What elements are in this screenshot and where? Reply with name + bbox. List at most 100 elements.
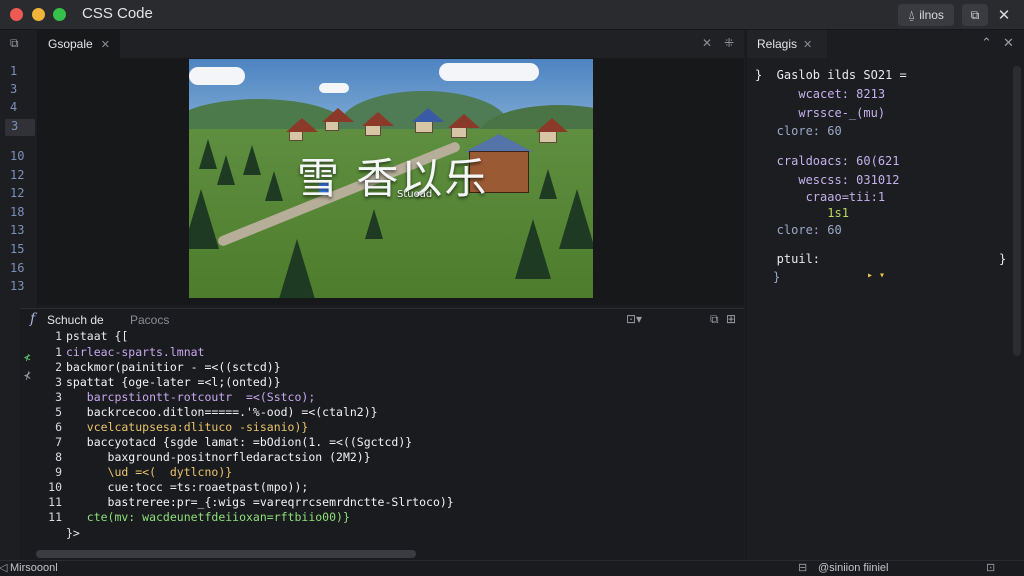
status-bar: ◁ Mirsooonl ⊟ @siniion fiiniel ⊡ [0, 560, 1024, 576]
preview-image: 雪 香以乐 Stuoad [189, 59, 593, 298]
code-line[interactable]: 1 cirleac-sparts.lmnat [20, 345, 204, 361]
rule-line[interactable]: clore: 60 [755, 124, 842, 138]
tree [199, 139, 217, 169]
rule-line[interactable]: wescss: 031012 [755, 173, 899, 187]
color-swatch-icon: ▸ ▾ [867, 270, 886, 281]
code-line[interactable]: 2 backmor(painitior - =<((sctcd)} [20, 360, 281, 376]
rule-line[interactable]: craao=tii:1 [755, 190, 885, 204]
panel-icon[interactable]: ⊟ [798, 561, 807, 574]
code-panel-header: f Schuch de Pacocs ⊡▾ ⧉ ⊞ [20, 309, 744, 331]
right-panel: Relagis ✕ ⌃ ✕ } Gaslob ilds SO21 = wcace… [746, 30, 1024, 560]
minimize-window-button[interactable] [32, 8, 45, 21]
close-tab-icon[interactable]: ✕ [101, 38, 110, 51]
close-icon[interactable]: ✕ [1003, 36, 1014, 51]
code-line[interactable]: 10 cue:tocc =ts:roaetpast(mpo)); [20, 480, 308, 496]
split-editor-icon[interactable]: ⁜ [724, 36, 734, 50]
cloud [319, 83, 349, 93]
close-window-button[interactable] [10, 8, 23, 21]
rule-line[interactable]: wrssce-_(mu) [755, 106, 885, 120]
code-line[interactable]: 11 cte(mv: wacdeunetfdeiioxan=rftbiio00)… [20, 510, 350, 526]
line-number: 15 [10, 242, 25, 256]
title-bar: CSS Code ⍙ ilnos ⧉ ✕ [0, 0, 1024, 30]
status-left-text[interactable]: Mirsooonl [10, 562, 58, 574]
right-panel-tab-label: Relagis [757, 37, 798, 51]
code-line[interactable]: 3 barcpstiontt-rotcoutr =<(Sstco); [20, 390, 315, 406]
window-title: CSS Code [82, 5, 153, 22]
person-icon: ⍙ [908, 7, 916, 22]
right-panel-content: } Gaslob ilds SO21 = wcacet: 8213 wrssce… [747, 66, 1013, 288]
code-line[interactable]: 9 \ud =<( dytlcno)} [20, 465, 232, 481]
copy-icon[interactable]: ⧉ [710, 312, 719, 327]
tree [217, 155, 235, 185]
code-line[interactable]: 3 spattat {oge-later =<l;(onted)} [20, 375, 281, 391]
house [286, 118, 318, 141]
close-icon: ✕ [997, 7, 1011, 24]
line-number: 1 [10, 64, 18, 78]
code-panel: f Schuch de Pacocs ⊡▾ ⧉ ⊞ ≮ ⊀ 1 pstaat {[… [20, 308, 744, 560]
format-icon[interactable]: ⊡▾ [626, 312, 642, 326]
function-icon: f [30, 311, 36, 327]
rule-line[interactable]: craldoacs: 60(621 [755, 154, 900, 168]
tree [279, 239, 315, 298]
house [536, 118, 568, 143]
right-panel-tab[interactable]: Relagis ✕ [747, 30, 827, 58]
rule-line[interactable]: 1s1 [755, 206, 849, 220]
line-number: 12 [10, 186, 25, 200]
code-tab-active[interactable]: Schuch de [47, 313, 104, 327]
tree [365, 209, 383, 239]
share-button[interactable]: ⍙ ilnos [898, 4, 954, 26]
tree [515, 219, 551, 279]
files-icon[interactable]: ⧉ [10, 36, 19, 51]
code-tab-inactive[interactable]: Pacocs [130, 313, 169, 327]
line-number: 12 [10, 168, 25, 182]
branch-icon[interactable]: ◁ [0, 561, 7, 574]
tree [243, 145, 261, 175]
cloud [439, 63, 539, 81]
close-panel-button[interactable]: ✕ [991, 4, 1017, 26]
tree [559, 189, 593, 249]
line-number: 13 [10, 279, 25, 293]
tree [189, 189, 219, 249]
rule-line-closing[interactable]: } [999, 252, 1006, 266]
preview-overlay-subtitle: Stuoad [397, 189, 433, 200]
zoom-window-button[interactable] [53, 8, 66, 21]
code-line[interactable]: 5 backrcecoo.ditlon=====.'%-ood) =<(ctal… [20, 405, 378, 421]
status-right-text[interactable]: @siniion fiiniel [818, 562, 888, 574]
house [362, 112, 394, 136]
close-tab-icon[interactable]: ✕ [803, 38, 812, 51]
tree [539, 169, 557, 199]
tree [265, 171, 283, 201]
house [322, 108, 354, 131]
code-line[interactable]: }> [20, 526, 80, 542]
editor-tab-label: Gsopale [48, 37, 93, 51]
code-line[interactable]: 1 pstaat {[ [20, 329, 128, 345]
code-line[interactable]: 8 baxground-positnorfledaractsion (2M2)} [20, 450, 371, 466]
editor-tab[interactable]: Gsopale ✕ [38, 30, 120, 58]
line-number: 3 [10, 82, 18, 96]
notification-icon[interactable]: ⊡ [986, 561, 995, 574]
rule-line[interactable]: } [773, 270, 780, 284]
line-number-active: 3 [5, 119, 35, 136]
cloud [189, 67, 245, 85]
collapse-icon[interactable]: ⌃ [981, 36, 992, 51]
external-window-button[interactable]: ⧉ [962, 4, 988, 26]
rule-line[interactable]: wcacet: 8213 [755, 87, 885, 101]
settings-icon[interactable]: ⊞ [726, 312, 736, 326]
share-button-label: ilnos [919, 8, 944, 22]
rule-line[interactable]: } Gaslob ilds SO21 = [755, 68, 907, 82]
editor-tab-strip: Gsopale ✕ ✕ ⁜ [38, 30, 744, 58]
code-line[interactable]: 11 bastreree:pr=_{:wigs =vareqrrcsemrdnc… [20, 495, 454, 511]
preview-overlay-title: 雪 香以乐 [297, 154, 489, 203]
code-line[interactable]: 6 vcelcatupsesa:dlituco -sisanio)} [20, 420, 308, 436]
editor-pane: Gsopale ✕ ✕ ⁜ 雪 香以乐 Stuoad [38, 30, 744, 305]
close-icon[interactable]: ✕ [702, 36, 712, 50]
line-number: 10 [10, 149, 25, 163]
code-line[interactable]: 7 baccyotacd {sgde lamat: =bOdion(1. =<(… [20, 435, 412, 451]
line-number: 18 [10, 205, 25, 219]
house [412, 108, 444, 133]
horizontal-scrollbar[interactable] [36, 550, 416, 558]
vertical-scrollbar[interactable] [1013, 66, 1021, 356]
rule-line[interactable]: ptuil: [755, 252, 820, 266]
rule-line[interactable]: clore: 60 [755, 223, 842, 237]
line-number: 16 [10, 261, 25, 275]
